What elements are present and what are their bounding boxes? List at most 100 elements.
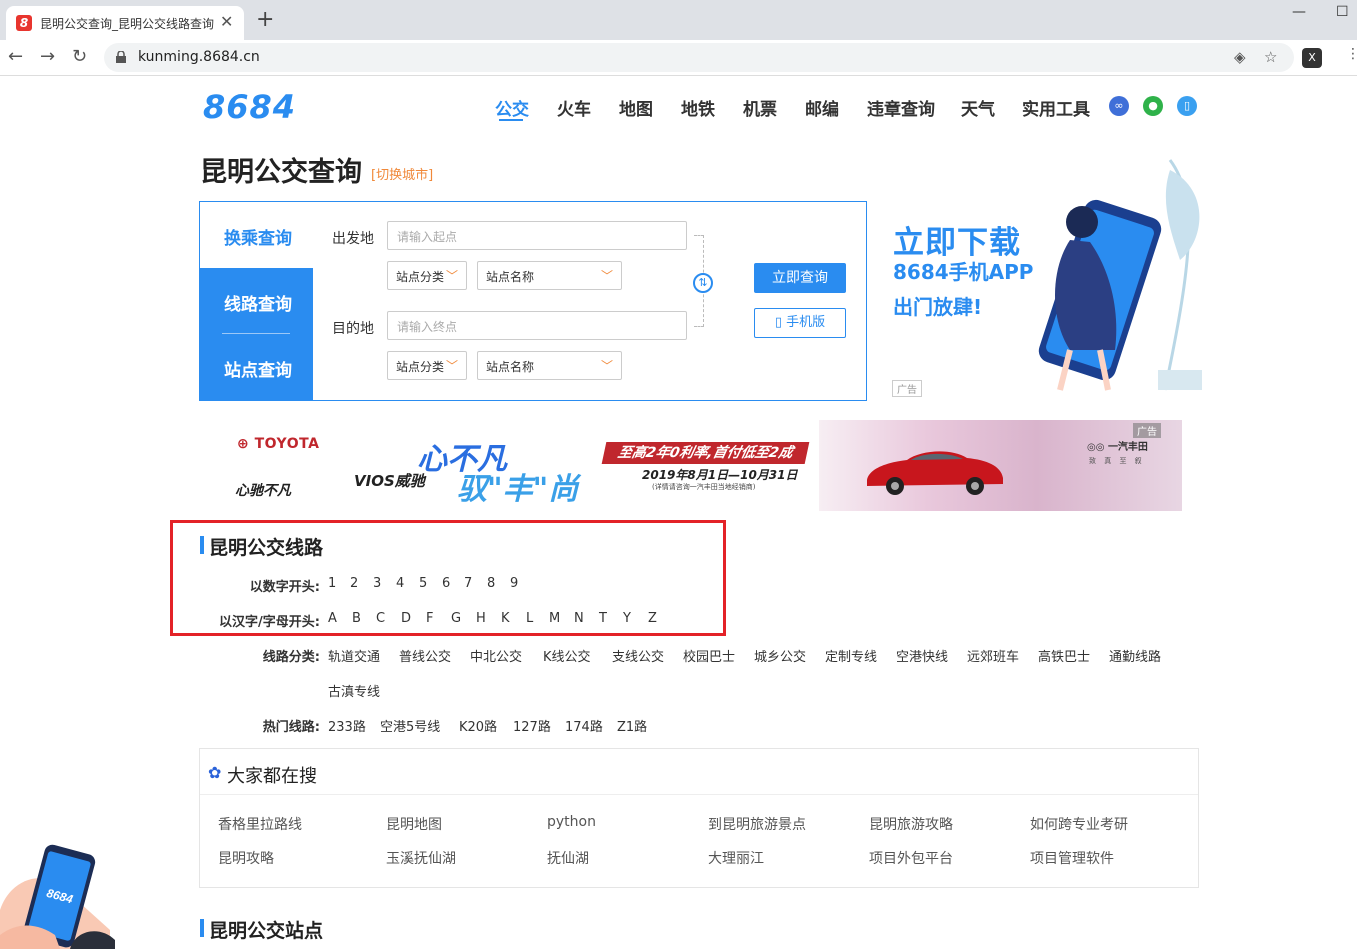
route-category-link[interactable]: 古滇专线 bbox=[328, 681, 380, 700]
nav-subway[interactable]: 地铁 bbox=[681, 95, 715, 120]
popular-search-link[interactable]: 到昆明旅游景点 bbox=[708, 814, 806, 834]
route-letter-link[interactable]: L bbox=[526, 611, 533, 626]
site-shield-icon[interactable]: ◈ bbox=[1234, 48, 1246, 66]
hot-route-link[interactable]: 233路 bbox=[328, 716, 366, 735]
from-station-select[interactable]: 站点名称 ﹀ bbox=[477, 261, 622, 290]
route-category-link[interactable]: 校园巴士 bbox=[683, 646, 735, 665]
app-ad-subline[interactable]: 8684手机APP bbox=[893, 256, 1033, 285]
popular-search-link[interactable]: 香格里拉路线 bbox=[218, 814, 302, 834]
route-number-link[interactable]: 6 bbox=[442, 576, 450, 591]
from-input[interactable]: 请输入起点 bbox=[387, 221, 687, 250]
route-number-link[interactable]: 2 bbox=[350, 576, 358, 591]
minimize-window-icon[interactable]: — bbox=[1292, 4, 1306, 20]
app-ad-illustration[interactable] bbox=[1030, 150, 1205, 400]
route-letter-link[interactable]: K bbox=[501, 611, 510, 626]
hot-route-link[interactable]: 174路 bbox=[565, 716, 603, 735]
popular-search-link[interactable]: 玉溪抚仙湖 bbox=[386, 848, 456, 868]
app-ad-tag: 广告 bbox=[892, 380, 922, 397]
route-number-link[interactable]: 9 bbox=[510, 576, 518, 591]
route-letter-link[interactable]: D bbox=[401, 611, 411, 626]
extension-icon[interactable]: X bbox=[1302, 48, 1322, 68]
route-number-link[interactable]: 5 bbox=[419, 576, 427, 591]
popular-search-link[interactable]: python bbox=[547, 814, 596, 830]
route-letter-link[interactable]: N bbox=[574, 611, 584, 626]
back-icon[interactable]: ← bbox=[8, 46, 23, 67]
popular-search-link[interactable]: 如何跨专业考研 bbox=[1030, 814, 1128, 834]
tab-transfer[interactable]: 换乘查询 bbox=[224, 224, 292, 249]
switch-city-link[interactable]: [切换城市] bbox=[371, 164, 433, 183]
route-letter-link[interactable]: H bbox=[476, 611, 486, 626]
to-station-select[interactable]: 站点名称 ﹀ bbox=[477, 351, 622, 380]
route-letter-link[interactable]: Z bbox=[648, 611, 657, 626]
to-input[interactable]: 请输入终点 bbox=[387, 311, 687, 340]
browser-tab[interactable]: 8 昆明公交查询_昆明公交线路查询 ✕ bbox=[6, 6, 244, 40]
route-category-link[interactable]: 轨道交通 bbox=[328, 646, 380, 665]
route-category-link[interactable]: 高铁巴士 bbox=[1038, 646, 1090, 665]
nav-flight[interactable]: 机票 bbox=[743, 95, 777, 120]
route-letter-link[interactable]: M bbox=[549, 611, 560, 626]
nav-train[interactable]: 火车 bbox=[557, 95, 591, 120]
route-category-link[interactable]: 中北公交 bbox=[470, 646, 522, 665]
route-letter-link[interactable]: T bbox=[599, 611, 607, 626]
reload-icon[interactable]: ↻ bbox=[72, 46, 87, 67]
popular-search-link[interactable]: 项目管理软件 bbox=[1030, 848, 1114, 868]
ad-banner[interactable]: ⊕ TOYOTA 心驰不凡 VIOS威驰 心不凡 驭"丰"尚 至高2年0利率,首… bbox=[199, 420, 1182, 511]
mini-program-icon[interactable]: ∞ bbox=[1109, 96, 1129, 116]
nav-violation[interactable]: 违章查询 bbox=[867, 95, 935, 120]
route-category-link[interactable]: K线公交 bbox=[543, 646, 591, 665]
hot-route-link[interactable]: 空港5号线 bbox=[380, 716, 440, 735]
hot-route-link[interactable]: Z1路 bbox=[617, 716, 647, 735]
address-bar[interactable]: kunming.8684.cn ◈ ☆ bbox=[104, 43, 1294, 72]
mobile-version-button[interactable]: ▯ 手机版 bbox=[754, 308, 846, 338]
route-number-link[interactable]: 4 bbox=[396, 576, 404, 591]
bookmark-star-icon[interactable]: ☆ bbox=[1264, 48, 1277, 66]
banner-slogan: 心驰不凡 bbox=[235, 483, 291, 499]
popular-search-link[interactable]: 抚仙湖 bbox=[547, 848, 589, 868]
popular-search-link[interactable]: 昆明地图 bbox=[386, 814, 442, 834]
route-letter-link[interactable]: B bbox=[352, 611, 361, 626]
tab-station[interactable]: 站点查询 bbox=[224, 356, 292, 381]
route-number-link[interactable]: 8 bbox=[487, 576, 495, 591]
route-category-link[interactable]: 定制专线 bbox=[825, 646, 877, 665]
route-letter-link[interactable]: A bbox=[328, 611, 337, 626]
mobile-icon[interactable]: ▯ bbox=[1177, 96, 1197, 116]
swap-icon[interactable]: ⇅ bbox=[693, 273, 713, 293]
route-category-link[interactable]: 城乡公交 bbox=[754, 646, 806, 665]
route-number-link[interactable]: 7 bbox=[464, 576, 472, 591]
popular-search-link[interactable]: 昆明攻略 bbox=[218, 848, 274, 868]
app-ad-slogan[interactable]: 出门放肆! bbox=[893, 291, 982, 320]
route-category-link[interactable]: 远郊班车 bbox=[967, 646, 1019, 665]
route-category-link[interactable]: 空港快线 bbox=[896, 646, 948, 665]
hot-route-link[interactable]: K20路 bbox=[459, 716, 497, 735]
from-category-select[interactable]: 站点分类 ﹀ bbox=[387, 261, 467, 290]
popular-search-link[interactable]: 项目外包平台 bbox=[869, 848, 953, 868]
nav-postcode[interactable]: 邮编 bbox=[805, 95, 839, 120]
maximize-window-icon[interactable]: ☐ bbox=[1336, 4, 1349, 20]
route-category-link[interactable]: 支线公交 bbox=[612, 646, 664, 665]
route-letter-link[interactable]: Y bbox=[623, 611, 631, 626]
popular-search-link[interactable]: 昆明旅游攻略 bbox=[869, 814, 953, 834]
wechat-icon[interactable]: ● bbox=[1143, 96, 1163, 116]
search-button[interactable]: 立即查询 bbox=[754, 263, 846, 293]
to-category-select[interactable]: 站点分类 ﹀ bbox=[387, 351, 467, 380]
route-letter-link[interactable]: G bbox=[451, 611, 461, 626]
route-category-link[interactable]: 通勤线路 bbox=[1109, 646, 1161, 665]
tab-route[interactable]: 线路查询 bbox=[224, 290, 292, 315]
route-number-link[interactable]: 1 bbox=[328, 576, 336, 591]
popular-search-link[interactable]: 大理丽江 bbox=[708, 848, 764, 868]
nav-map[interactable]: 地图 bbox=[619, 95, 653, 120]
route-number-link[interactable]: 3 bbox=[373, 576, 381, 591]
forward-icon[interactable]: → bbox=[40, 46, 55, 67]
nav-bus[interactable]: 公交 bbox=[495, 95, 529, 120]
route-letter-link[interactable]: F bbox=[426, 611, 433, 626]
close-tab-icon[interactable]: ✕ bbox=[220, 12, 233, 31]
floating-app-phone[interactable]: 8684 bbox=[0, 840, 115, 949]
hot-route-link[interactable]: 127路 bbox=[513, 716, 551, 735]
new-tab-button[interactable]: + bbox=[256, 7, 274, 32]
route-letter-link[interactable]: C bbox=[376, 611, 385, 626]
route-category-link[interactable]: 普线公交 bbox=[399, 646, 451, 665]
nav-weather[interactable]: 天气 bbox=[961, 95, 995, 120]
browser-menu-icon[interactable]: ⋮ bbox=[1346, 46, 1357, 62]
site-logo[interactable]: 8684 bbox=[203, 88, 296, 126]
nav-tools[interactable]: 实用工具 bbox=[1022, 95, 1090, 120]
